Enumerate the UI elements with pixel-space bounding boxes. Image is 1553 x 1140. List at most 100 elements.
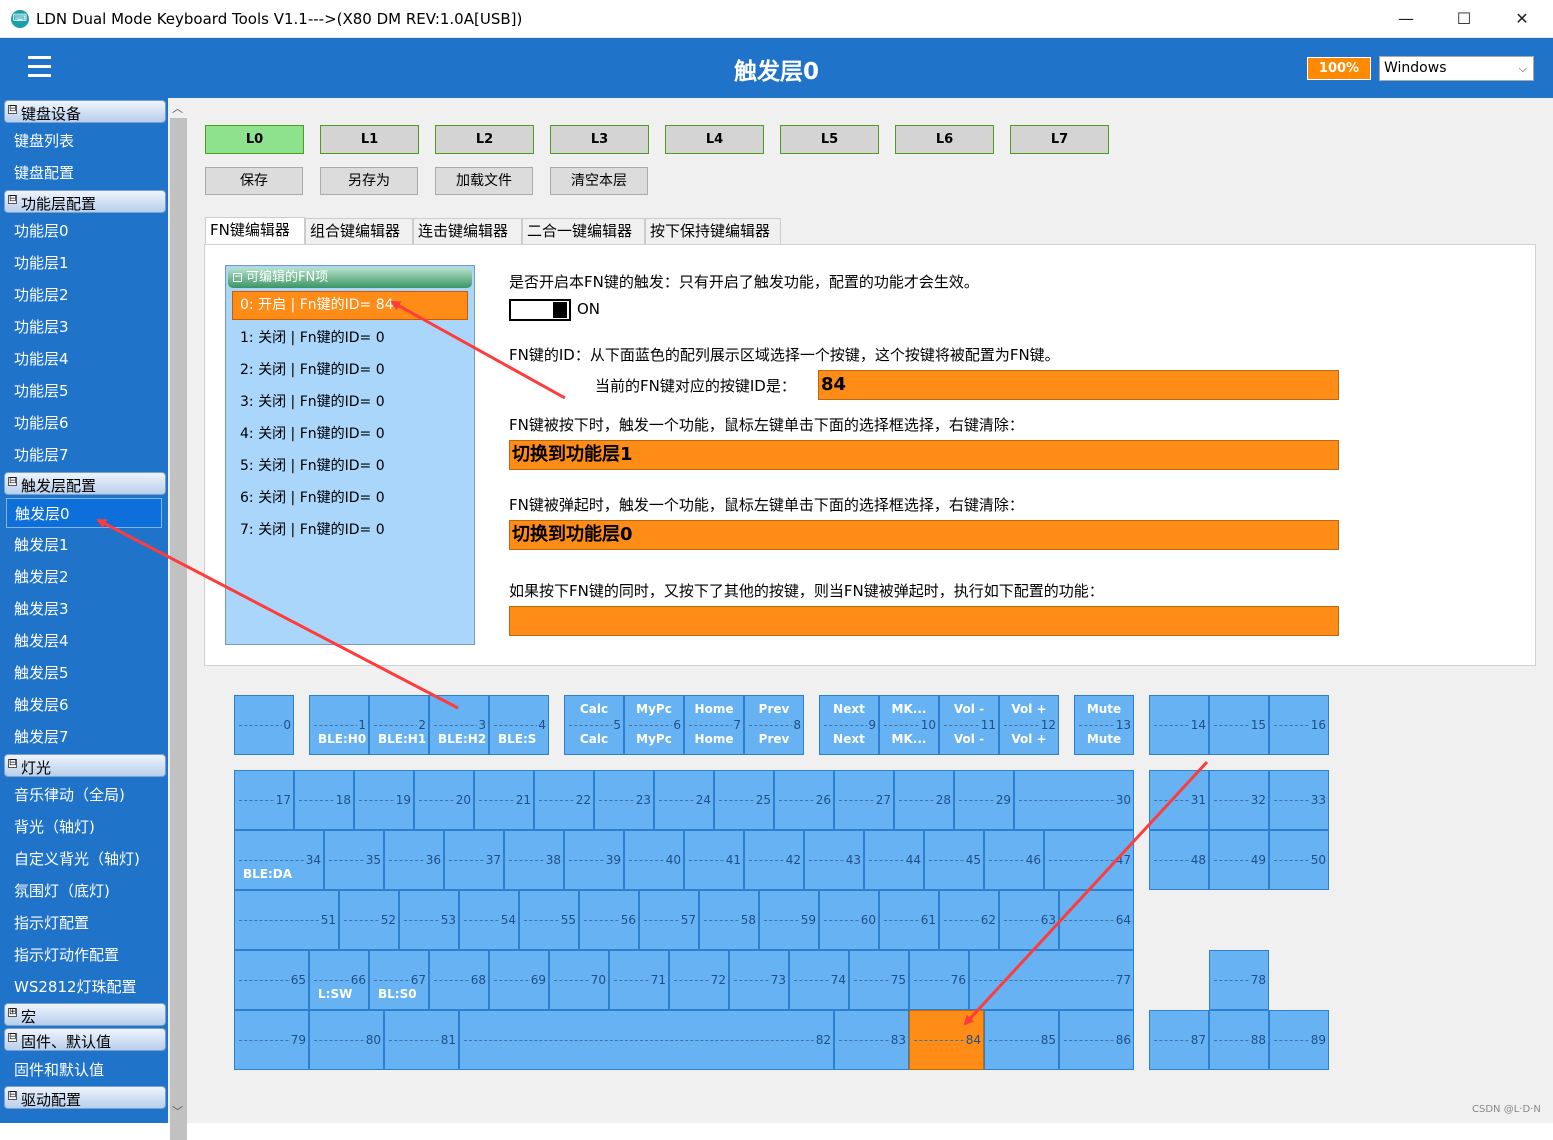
key-35[interactable]: 35: [324, 830, 384, 890]
key-21[interactable]: 21: [474, 770, 534, 830]
key-62[interactable]: 62: [939, 890, 999, 950]
expand-toggle-icon[interactable]: ⊟: [8, 477, 17, 486]
key-41[interactable]: 41: [684, 830, 744, 890]
fn-list-item[interactable]: 6: 关闭 | Fn键的ID= 0: [240, 487, 385, 509]
layer-button[interactable]: L4: [665, 125, 764, 154]
os-select[interactable]: Windows ⌵: [1379, 56, 1534, 81]
sidebar-group[interactable]: ⊟ 灯光: [4, 754, 166, 777]
sidebar-item[interactable]: 指示灯配置: [14, 912, 89, 934]
minimize-button[interactable]: —: [1377, 0, 1435, 38]
action-button[interactable]: 另存为: [320, 167, 418, 195]
key-13[interactable]: 13 Mute Mute: [1074, 695, 1134, 755]
key-72[interactable]: 72: [669, 950, 729, 1010]
editor-tab[interactable]: FN键编辑器: [205, 217, 305, 244]
key-53[interactable]: 53: [399, 890, 459, 950]
key-74[interactable]: 74: [789, 950, 849, 1010]
key-48[interactable]: 48: [1149, 830, 1209, 890]
key-67[interactable]: 67 BL:S0: [369, 950, 429, 1010]
layer-button[interactable]: L3: [550, 125, 649, 154]
zoom-level[interactable]: 100%: [1307, 57, 1371, 80]
expand-toggle-icon[interactable]: ⊟: [8, 105, 17, 114]
key-37[interactable]: 37: [444, 830, 504, 890]
key-66[interactable]: 66 L:SW: [309, 950, 369, 1010]
key-4[interactable]: 4 BLE:S: [489, 695, 549, 755]
key-10[interactable]: 10 MK... MK...: [879, 695, 939, 755]
key-87[interactable]: 87: [1149, 1010, 1209, 1070]
sidebar-item[interactable]: 触发层1: [14, 534, 69, 556]
sidebar-item[interactable]: 键盘配置: [14, 162, 74, 184]
editor-tab[interactable]: 按下保持键编辑器: [645, 218, 781, 244]
collapse-icon[interactable]: −: [233, 273, 242, 282]
sidebar-item[interactable]: 自定义背光（轴灯): [14, 848, 140, 870]
key-47[interactable]: 47: [1044, 830, 1134, 890]
key-83[interactable]: 83: [834, 1010, 909, 1070]
key-54[interactable]: 54: [459, 890, 519, 950]
sidebar-item[interactable]: 功能层0: [14, 220, 69, 242]
key-64[interactable]: 64: [1059, 890, 1134, 950]
key-26[interactable]: 26: [774, 770, 834, 830]
sidebar-item[interactable]: WS2812灯珠配置: [14, 976, 137, 998]
key-8[interactable]: 8 Prev Prev: [744, 695, 804, 755]
sidebar-group[interactable]: ⊟ 功能层配置: [4, 190, 166, 213]
key-28[interactable]: 28: [894, 770, 954, 830]
editor-tab[interactable]: 组合键编辑器: [305, 218, 413, 244]
key-86[interactable]: 86: [1059, 1010, 1134, 1070]
key-89[interactable]: 89: [1269, 1010, 1329, 1070]
layer-button[interactable]: L1: [320, 125, 419, 154]
press-function-field[interactable]: 切换到功能层1: [509, 440, 1339, 470]
maximize-button[interactable]: ☐: [1435, 0, 1493, 38]
key-24[interactable]: 24: [654, 770, 714, 830]
key-79[interactable]: 79: [234, 1010, 309, 1070]
fn-list-item[interactable]: 3: 关闭 | Fn键的ID= 0: [240, 391, 385, 413]
sidebar-item[interactable]: 触发层5: [14, 662, 69, 684]
key-71[interactable]: 71: [609, 950, 669, 1010]
key-40[interactable]: 40: [624, 830, 684, 890]
release-function-field[interactable]: 切换到功能层0: [509, 520, 1339, 550]
key-33[interactable]: 33: [1269, 770, 1329, 830]
fn-list-item[interactable]: 1: 关闭 | Fn键的ID= 0: [240, 327, 385, 349]
key-55[interactable]: 55: [519, 890, 579, 950]
key-65[interactable]: 65: [234, 950, 309, 1010]
key-3[interactable]: 3 BLE:H2: [429, 695, 489, 755]
key-34[interactable]: 34 BLE:DA: [234, 830, 324, 890]
key-17[interactable]: 17: [234, 770, 294, 830]
key-49[interactable]: 49: [1209, 830, 1269, 890]
key-9[interactable]: 9 Next Next: [819, 695, 879, 755]
key-44[interactable]: 44: [864, 830, 924, 890]
fn-list-item[interactable]: 7: 关闭 | Fn键的ID= 0: [240, 519, 385, 541]
key-25[interactable]: 25: [714, 770, 774, 830]
sidebar-item[interactable]: 功能层6: [14, 412, 69, 434]
key-59[interactable]: 59: [759, 890, 819, 950]
key-50[interactable]: 50: [1269, 830, 1329, 890]
layer-button[interactable]: L6: [895, 125, 994, 154]
key-19[interactable]: 19: [354, 770, 414, 830]
expand-toggle-icon[interactable]: ⊟: [8, 1033, 17, 1042]
sidebar-item[interactable]: 触发层6: [14, 694, 69, 716]
key-88[interactable]: 88: [1209, 1010, 1269, 1070]
action-button[interactable]: 清空本层: [550, 167, 648, 195]
key-73[interactable]: 73: [729, 950, 789, 1010]
key-1[interactable]: 1 BLE:H0: [309, 695, 369, 755]
key-77[interactable]: 77: [969, 950, 1134, 1010]
key-5[interactable]: 5 Calc Calc: [564, 695, 624, 755]
enable-toggle[interactable]: [509, 299, 571, 321]
key-82[interactable]: 82: [459, 1010, 834, 1070]
sidebar-group[interactable]: ⊟ 固件、默认值: [4, 1028, 166, 1051]
editor-tab[interactable]: 二合一键编辑器: [522, 218, 645, 244]
key-52[interactable]: 52: [339, 890, 399, 950]
key-29[interactable]: 29: [954, 770, 1014, 830]
sidebar-group[interactable]: ⊞ 宏: [4, 1003, 166, 1026]
sidebar-group[interactable]: ⊟ 键盘设备: [4, 100, 166, 123]
sidebar-item[interactable]: 功能层2: [14, 284, 69, 306]
key-63[interactable]: 63: [999, 890, 1059, 950]
key-16[interactable]: 16: [1269, 695, 1329, 755]
key-12[interactable]: 12 Vol + Vol +: [999, 695, 1059, 755]
key-15[interactable]: 15: [1209, 695, 1269, 755]
key-2[interactable]: 2 BLE:H1: [369, 695, 429, 755]
key-57[interactable]: 57: [639, 890, 699, 950]
action-button[interactable]: 加载文件: [435, 167, 533, 195]
current-id-field[interactable]: 84: [818, 370, 1339, 400]
fn-list-item[interactable]: 4: 关闭 | Fn键的ID= 0: [240, 423, 385, 445]
sidebar-item[interactable]: 触发层4: [14, 630, 69, 652]
key-27[interactable]: 27: [834, 770, 894, 830]
